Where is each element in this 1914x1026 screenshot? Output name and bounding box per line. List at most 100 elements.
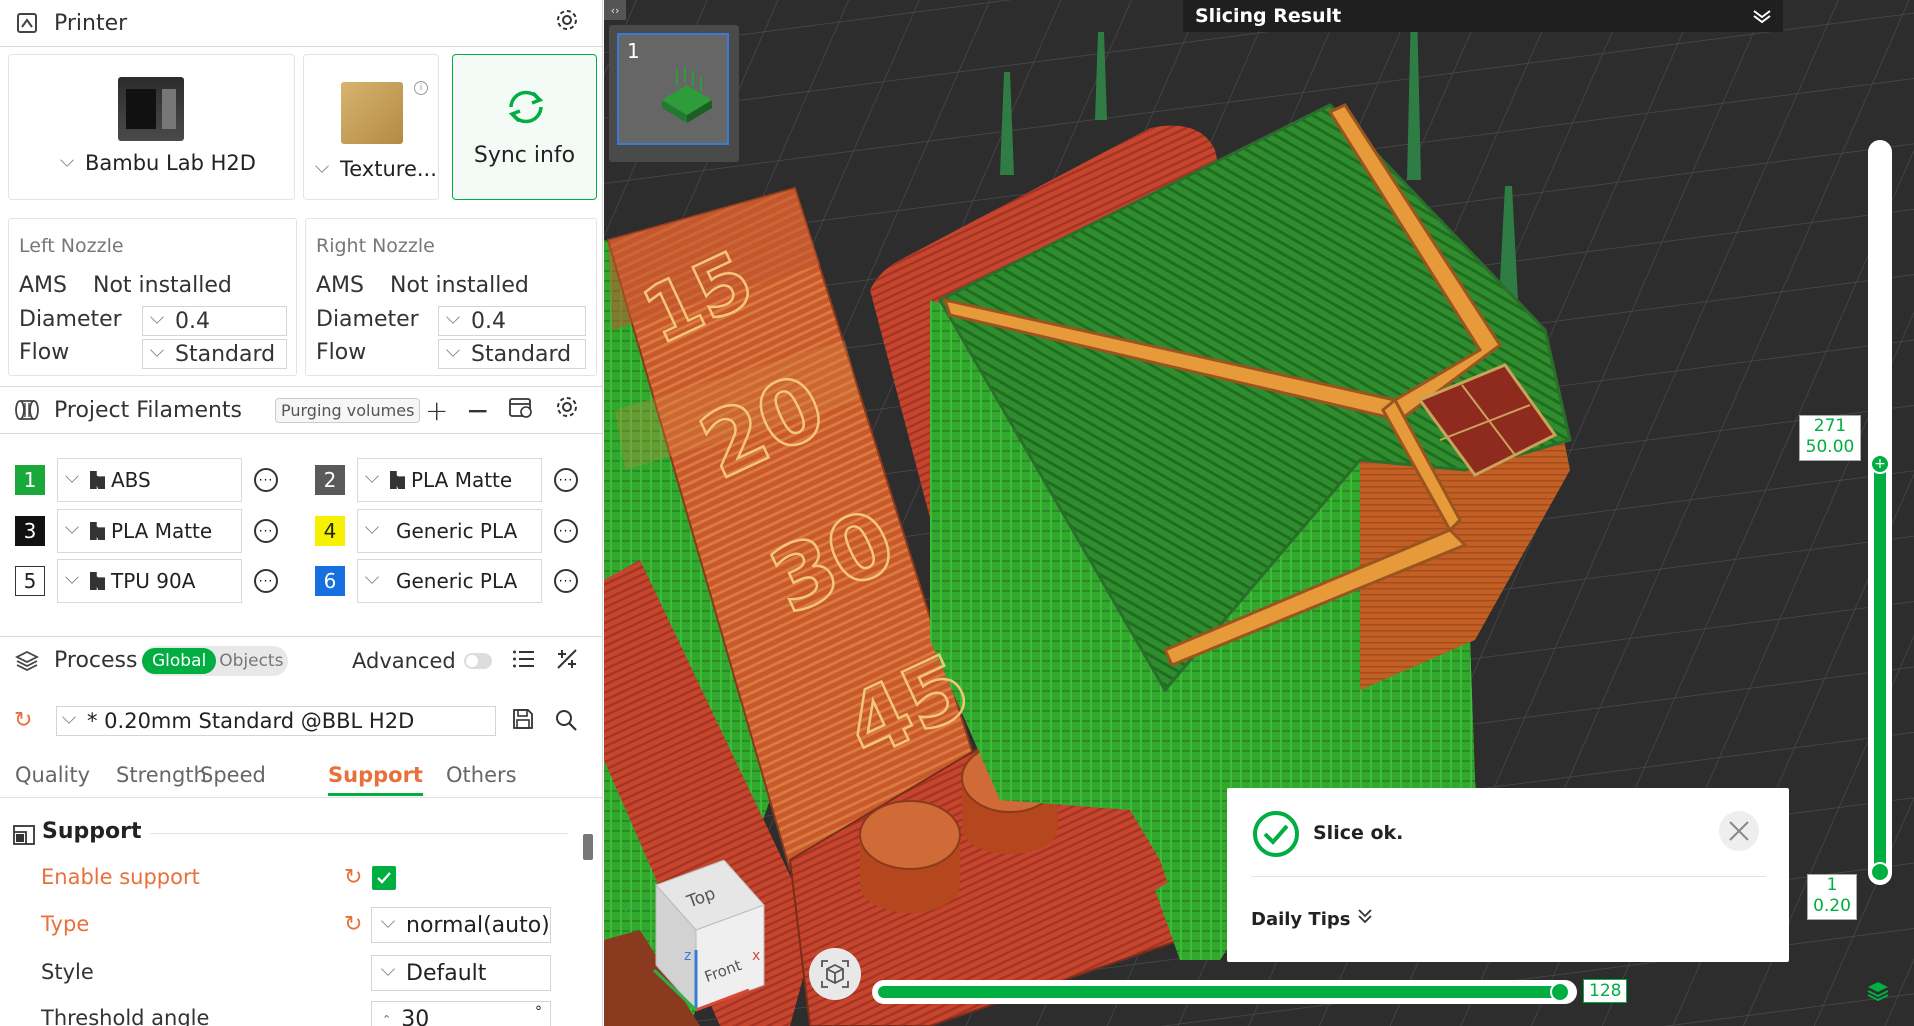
filament-5-color-swatch[interactable]: 5 xyxy=(15,566,45,596)
support-type-select[interactable]: normal(auto) xyxy=(371,907,551,943)
tab-quality[interactable]: Quality xyxy=(15,763,90,787)
layer-top-handle[interactable]: + xyxy=(1870,454,1890,474)
sync-ams-icon[interactable] xyxy=(508,396,534,424)
close-popup-button[interactable] xyxy=(1719,811,1759,851)
save-preset-icon[interactable] xyxy=(512,708,534,734)
left-diameter-value: 0.4 xyxy=(175,308,210,334)
process-title: Process xyxy=(54,648,138,673)
filament-4-more-icon[interactable]: ··· xyxy=(554,519,578,543)
process-preset-select[interactable]: * 0.20mm Standard @BBL H2D xyxy=(56,706,496,736)
daily-tips-toggle[interactable]: Daily Tips xyxy=(1251,907,1373,930)
left-ams-value: Not installed xyxy=(93,273,232,298)
right-nozzle-title: Right Nozzle xyxy=(316,235,435,257)
left-ams-label: AMS xyxy=(19,273,67,298)
filament-6-more-icon[interactable]: ··· xyxy=(554,569,578,593)
filament-3-select[interactable]: PLA Matte xyxy=(57,509,242,553)
layer-top-number: 271 xyxy=(1813,416,1847,436)
filaments-title: Project Filaments xyxy=(54,397,243,423)
support-type-reset-icon[interactable]: ↻ xyxy=(344,912,362,937)
filament-2-select[interactable]: PLA Matte xyxy=(357,458,542,502)
navigation-cube[interactable]: Top Front x y z xyxy=(624,859,794,1020)
plate-preview-icon xyxy=(662,67,712,123)
enable-support-reset-icon[interactable]: ↻ xyxy=(344,865,362,890)
axis-z-label: z xyxy=(684,948,692,964)
close-icon xyxy=(1729,821,1749,841)
filament-2-name: PLA Matte xyxy=(411,468,513,492)
right-flow-value: Standard xyxy=(471,341,572,367)
bambu-brand-icon xyxy=(90,471,105,489)
support-section-icon xyxy=(12,822,38,850)
layers-view-icon[interactable] xyxy=(1866,980,1890,1006)
support-style-select[interactable]: Default xyxy=(371,955,551,991)
sync-info-button[interactable]: Sync info xyxy=(452,54,597,200)
filament-4-color-swatch[interactable]: 4 xyxy=(315,516,345,546)
compare-presets-icon[interactable] xyxy=(555,647,579,675)
info-icon: i xyxy=(414,81,428,95)
global-option[interactable]: Global xyxy=(142,647,217,674)
enable-support-checkbox[interactable] xyxy=(372,866,396,890)
support-style-label: Style xyxy=(41,960,94,984)
filament-1-more-icon[interactable]: ··· xyxy=(254,468,278,492)
bambu-brand-icon xyxy=(390,471,405,489)
printer-settings-gear-icon[interactable] xyxy=(555,8,579,38)
filament-settings-gear-icon[interactable] xyxy=(555,395,579,425)
add-filament-icon[interactable]: + xyxy=(425,394,448,427)
list-view-icon[interactable] xyxy=(512,649,536,673)
slice-ok-text: Slice ok. xyxy=(1313,822,1404,844)
expand-chevron-icon[interactable] xyxy=(1751,8,1773,28)
tab-support[interactable]: Support xyxy=(328,763,423,796)
filament-5-more-icon[interactable]: ··· xyxy=(254,569,278,593)
threshold-angle-input[interactable]: ⌃ 30 ° xyxy=(371,1001,551,1026)
remove-filament-icon[interactable]: − xyxy=(466,394,489,427)
right-ams-value: Not installed xyxy=(390,273,529,298)
3d-viewport[interactable]: 15 20 30 45 ‹› 1 Slicing Result + 271 50… xyxy=(604,0,1914,1026)
tab-strength[interactable]: Strength xyxy=(116,763,207,787)
layer-bottom-handle[interactable] xyxy=(1870,862,1890,882)
plate-number: 1 xyxy=(627,39,640,63)
process-header: Process Global Objects Advanced xyxy=(0,636,602,684)
left-flow-label: Flow xyxy=(19,340,70,365)
move-slider-handle[interactable] xyxy=(1550,982,1570,1002)
layer-top-label: 271 50.00 xyxy=(1799,415,1861,461)
left-flow-select[interactable]: Standard xyxy=(142,339,287,369)
filament-2-color-swatch[interactable]: 2 xyxy=(315,465,345,495)
tab-speed[interactable]: Speed xyxy=(200,763,266,787)
settings-scrollbar[interactable] xyxy=(583,834,593,860)
tab-others[interactable]: Others xyxy=(446,763,517,787)
filament-1-color-swatch[interactable]: 1 xyxy=(15,465,45,495)
move-slider[interactable] xyxy=(872,980,1577,1004)
search-icon[interactable] xyxy=(554,708,578,736)
axis-y-label: y xyxy=(624,905,633,921)
layer-slider[interactable] xyxy=(1868,140,1892,885)
filaments-header: Project Filaments Purging volumes + − xyxy=(0,386,602,434)
filament-6-color-swatch[interactable]: 6 xyxy=(315,566,345,596)
support-section-title: Support xyxy=(42,819,142,844)
printer-model-card[interactable]: Bambu Lab H2D xyxy=(8,54,295,200)
right-diameter-label: Diameter xyxy=(316,307,419,332)
fit-view-button[interactable] xyxy=(809,948,861,1000)
advanced-toggle[interactable] xyxy=(464,652,492,669)
preset-reset-icon[interactable]: ↻ xyxy=(14,708,32,733)
purging-volumes-button[interactable]: Purging volumes xyxy=(275,397,421,423)
layer-bottom-height: 0.20 xyxy=(1813,896,1851,916)
filament-5-select[interactable]: TPU 90A xyxy=(57,559,242,603)
global-objects-toggle[interactable]: Global Objects xyxy=(142,645,288,676)
right-diameter-select[interactable]: 0.4 xyxy=(438,306,586,336)
left-diameter-select[interactable]: 0.4 xyxy=(142,306,287,336)
printer-title: Printer xyxy=(54,10,128,36)
filament-6-select[interactable]: Generic PLA xyxy=(357,559,542,603)
filament-4-select[interactable]: Generic PLA xyxy=(357,509,542,553)
plate-thumbnail[interactable]: 1 xyxy=(617,33,729,145)
filament-3-more-icon[interactable]: ··· xyxy=(254,519,278,543)
filament-1-select[interactable]: ABS xyxy=(57,458,242,502)
left-flow-value: Standard xyxy=(175,341,276,367)
sync-icon xyxy=(503,87,549,131)
filament-2-more-icon[interactable]: ··· xyxy=(554,468,578,492)
collapse-sidebar-icon[interactable]: ‹› xyxy=(604,0,626,20)
filament-3-color-swatch[interactable]: 3 xyxy=(15,516,45,546)
sidebar: Printer Bambu Lab H2D i Texture... Sync … xyxy=(0,0,603,1026)
objects-option[interactable]: Objects xyxy=(216,651,283,671)
slicing-result-panel[interactable]: Slicing Result xyxy=(1183,0,1783,32)
right-flow-select[interactable]: Standard xyxy=(438,339,586,369)
plate-type-card[interactable]: i Texture... xyxy=(303,54,439,200)
